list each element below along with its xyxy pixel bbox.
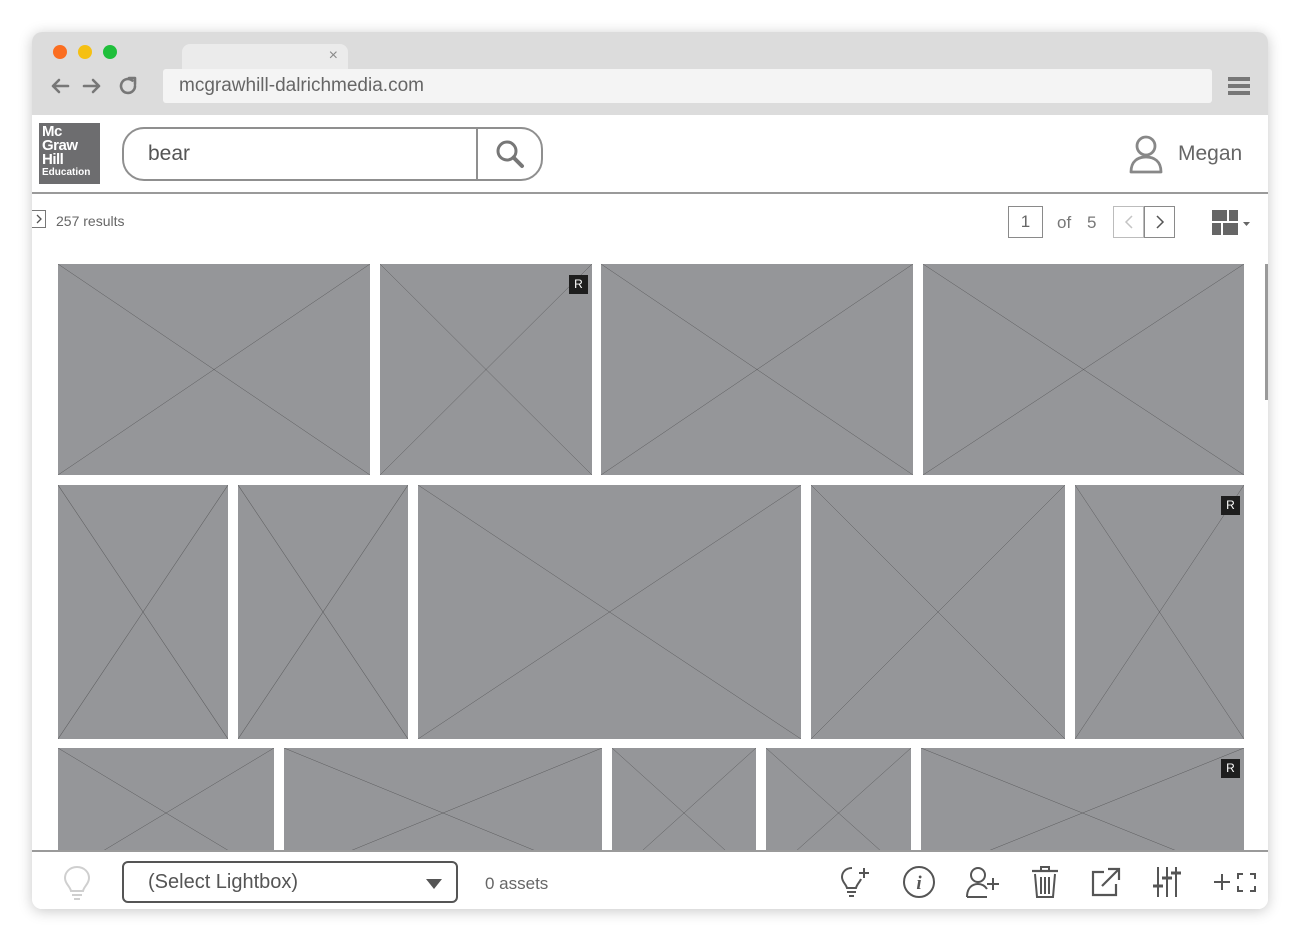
rights-badge: R	[1221, 759, 1240, 778]
image-placeholder-icon	[766, 748, 911, 850]
close-window-dot[interactable]	[53, 45, 67, 59]
browser-tab[interactable]: ×	[182, 44, 348, 70]
magnifier-icon	[496, 140, 524, 168]
image-placeholder-icon	[418, 485, 801, 739]
back-arrow-icon[interactable]	[48, 74, 72, 98]
image-tile[interactable]: R	[921, 748, 1244, 850]
asset-count: 0 assets	[485, 874, 549, 893]
expand-sidebar-button[interactable]	[32, 210, 46, 228]
hamburger-menu-icon[interactable]	[1228, 74, 1250, 98]
add-fullscreen-icon[interactable]	[1212, 864, 1256, 900]
image-tile[interactable]	[811, 485, 1065, 739]
lightbox-select[interactable]: (Select Lightbox)	[122, 861, 458, 903]
search-input[interactable]	[124, 129, 476, 179]
minimize-window-dot[interactable]	[78, 45, 92, 59]
trash-icon[interactable]	[1027, 864, 1063, 900]
browser-window: × mcgrawhill-dalrichmedia.com Mc Graw Hi…	[32, 32, 1268, 909]
image-placeholder-icon	[58, 748, 274, 850]
add-user-icon[interactable]	[965, 864, 1001, 900]
mcgraw-hill-logo[interactable]: Mc Graw Hill Education	[39, 123, 100, 184]
image-tile[interactable]	[766, 748, 911, 850]
tab-close-icon[interactable]: ×	[329, 46, 338, 66]
image-placeholder-icon	[811, 485, 1065, 739]
image-placeholder-icon	[58, 485, 228, 739]
image-placeholder-icon	[238, 485, 408, 739]
previous-page-button[interactable]	[1113, 206, 1144, 238]
image-placeholder-icon	[380, 264, 592, 475]
add-idea-icon[interactable]	[837, 864, 873, 900]
logo-line-4: Education	[42, 167, 91, 178]
image-tile[interactable]: R	[1075, 485, 1244, 739]
image-tile[interactable]	[601, 264, 913, 475]
lightbox-bar: (Select Lightbox) 0 assets i	[32, 850, 1268, 909]
external-link-icon[interactable]	[1088, 864, 1124, 900]
browser-chrome: × mcgrawhill-dalrichmedia.com	[32, 32, 1268, 115]
info-icon[interactable]: i	[901, 864, 937, 900]
image-placeholder-icon	[284, 748, 602, 850]
logo-line-3: Hill	[42, 151, 64, 168]
image-placeholder-icon	[601, 264, 913, 475]
chevron-down-icon	[426, 879, 442, 889]
results-toolbar: 257 results 1 of 5	[32, 196, 1268, 246]
lightbox-select-value: (Select Lightbox)	[148, 871, 299, 893]
image-tile[interactable]	[238, 485, 408, 739]
chevron-left-icon	[1124, 215, 1133, 229]
rights-badge: R	[569, 275, 588, 294]
chevron-right-icon	[36, 214, 42, 224]
svg-text:i: i	[916, 873, 922, 894]
next-page-button[interactable]	[1144, 206, 1175, 238]
image-tile[interactable]	[923, 264, 1244, 475]
image-tile[interactable]	[58, 748, 274, 850]
reload-icon[interactable]	[116, 74, 140, 98]
image-tile[interactable]	[284, 748, 602, 850]
image-tile[interactable]: R	[380, 264, 592, 475]
page-of-label: of	[1057, 213, 1072, 232]
rights-badge: R	[1221, 496, 1240, 515]
image-tile[interactable]	[418, 485, 801, 739]
maximize-window-dot[interactable]	[103, 45, 117, 59]
lightbulb-icon	[60, 864, 94, 902]
total-pages: 5	[1087, 213, 1097, 232]
search-button[interactable]	[476, 129, 541, 179]
user-icon	[1129, 135, 1163, 174]
results-count: 257 results	[56, 213, 125, 229]
user-menu[interactable]: Megan	[1128, 132, 1242, 176]
page-number-input[interactable]: 1	[1008, 206, 1043, 238]
user-name: Megan	[1178, 142, 1243, 165]
chevron-right-icon	[1155, 215, 1164, 229]
image-tile[interactable]	[58, 485, 228, 739]
image-placeholder-icon	[1075, 485, 1244, 739]
sliders-icon[interactable]	[1149, 864, 1185, 900]
image-placeholder-icon	[612, 748, 756, 850]
image-grid: R R R	[32, 246, 1268, 850]
forward-arrow-icon[interactable]	[80, 74, 104, 98]
address-bar[interactable]: mcgrawhill-dalrichmedia.com	[163, 69, 1212, 103]
search-box	[122, 127, 543, 181]
masonry-grid-view-icon[interactable]	[1212, 210, 1254, 238]
image-placeholder-icon	[58, 264, 370, 475]
scrollbar[interactable]	[1265, 264, 1268, 400]
image-placeholder-icon	[923, 264, 1244, 475]
image-tile[interactable]	[612, 748, 756, 850]
image-placeholder-icon	[921, 748, 1244, 850]
app-header: Mc Graw Hill Education Megan	[32, 115, 1268, 194]
image-tile[interactable]	[58, 264, 370, 475]
